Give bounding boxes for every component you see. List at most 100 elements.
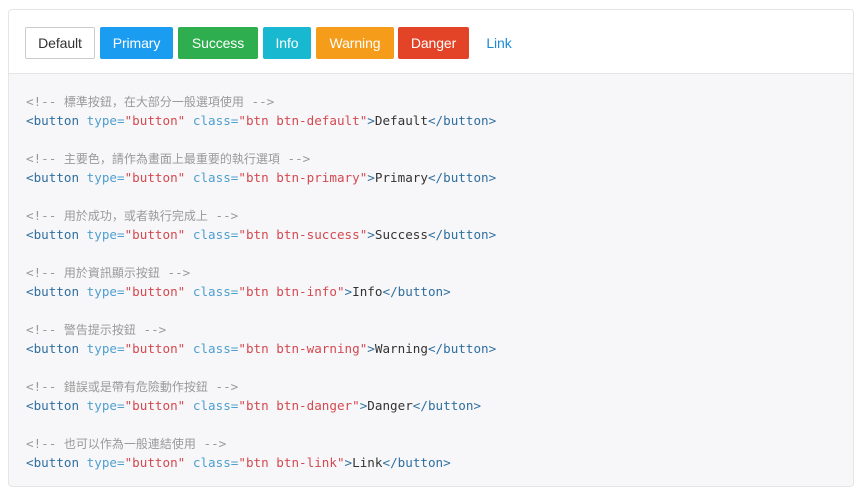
type-value: "button" [124,284,186,299]
type-attribute: type= [86,170,125,185]
class-value: btn btn-warning [245,341,360,356]
comment-close: --> [135,322,167,337]
button-text: Primary [374,170,428,185]
button-text: Success [374,227,428,242]
tag-close: </button> [427,113,497,128]
tag-gt: > [367,170,375,185]
class-value: btn btn-default [245,113,360,128]
class-attribute: class= [192,455,239,470]
comment-open: <!-- [26,436,64,451]
type-attribute: type= [86,455,125,470]
code-button-line: <button type="button" class="btn btn-suc… [26,225,496,244]
class-attribute: class= [192,284,239,299]
code-button-line: <button type="button" class="btn btn-pri… [26,168,496,187]
tag-open: <button [26,284,80,299]
button-text: Link [352,455,383,470]
class-attribute: class= [192,170,239,185]
comment-text: 警告提示按鈕 [63,323,136,337]
class-value: btn btn-danger [245,398,353,413]
comment-open: <!-- [26,94,64,109]
button-text: Danger [367,398,413,413]
quote: " [336,284,345,299]
comment-open: <!-- [26,322,64,337]
code-comment-line: <!-- 錯誤或是帶有危險動作按鈕 --> [26,377,496,396]
class-value: btn btn-primary [245,170,360,185]
type-value: "button" [124,227,186,242]
info-button[interactable]: Info [263,27,311,59]
link-button[interactable]: Link [474,27,524,59]
tag-close: </button> [412,398,482,413]
type-attribute: type= [86,227,125,242]
quote: " [238,284,246,299]
tag-open: <button [26,398,80,413]
tag-open: <button [26,113,80,128]
code-block: <!-- 標準按鈕，在大部分一般選項使用 --> <button type="bu… [26,92,496,472]
code-button-line: <button type="button" class="btn btn-lin… [26,453,496,472]
tag-open: <button [26,227,80,242]
tag-close: </button> [382,455,451,470]
code-button-line: <button type="button" class="btn btn-inf… [26,282,496,301]
code-button-line: <button type="button" class="btn btn-war… [26,339,496,358]
tag-close: </button> [382,284,451,299]
tag-open: <button [26,170,80,185]
quote: " [336,455,345,470]
type-value: "button" [124,113,186,128]
code-comment-line: <!-- 用於資訊顯示按鈕 --> [26,263,496,282]
button-example-panel: Default Primary Success Info Warning Dan… [8,9,854,73]
code-comment-line: <!-- 標準按鈕，在大部分一般選項使用 --> [26,92,496,111]
class-value: btn btn-link [245,455,337,470]
type-value: "button" [124,170,186,185]
code-comment-line: <!-- 警告提示按鈕 --> [26,320,496,339]
type-attribute: type= [86,398,125,413]
code-button-line: <button type="button" class="btn btn-def… [26,111,496,130]
danger-button[interactable]: Danger [398,27,469,59]
tag-gt: > [367,341,375,356]
tag-open: <button [26,341,80,356]
button-text: Info [352,284,383,299]
tag-gt: > [367,227,375,242]
type-value: "button" [124,341,186,356]
tag-close: </button> [427,227,497,242]
type-attribute: type= [86,113,125,128]
tag-gt: > [367,113,375,128]
comment-close: --> [207,208,239,223]
quote: " [238,113,246,128]
code-comment-line: <!-- 主要色，請作為畫面上最重要的執行選項 --> [26,149,496,168]
comment-open: <!-- [26,265,64,280]
type-value: "button" [124,398,186,413]
type-value: "button" [124,455,186,470]
comment-close: --> [243,94,275,109]
class-value: btn btn-info [245,284,337,299]
primary-button[interactable]: Primary [100,27,173,59]
class-attribute: class= [192,113,239,128]
code-comment-line: <!-- 用於成功，或者執行完成上 --> [26,206,496,225]
class-attribute: class= [192,341,239,356]
button-text: Default [374,113,428,128]
success-button[interactable]: Success [178,27,258,59]
code-snippet-panel: <!-- 標準按鈕，在大部分一般選項使用 --> <button type="bu… [8,73,854,487]
code-button-line: <button type="button" class="btn btn-dan… [26,396,496,415]
comment-open: <!-- [26,379,64,394]
comment-close: --> [207,379,239,394]
quote: " [238,227,246,242]
comment-close: --> [195,436,227,451]
comment-close: --> [279,151,311,166]
warning-button[interactable]: Warning [316,27,394,59]
class-value: btn btn-success [245,227,360,242]
quote: " [352,398,360,413]
comment-text: 用於成功，或者執行完成上 [63,209,208,223]
comment-text: 錯誤或是帶有危險動作按鈕 [63,380,208,394]
tag-close: </button> [427,341,497,356]
comment-text: 標準按鈕，在大部分一般選項使用 [63,95,244,109]
quote: " [238,170,246,185]
code-comment-line: <!-- 也可以作為一般連結使用 --> [26,434,496,453]
comment-text: 主要色，請作為畫面上最重要的執行選項 [63,152,280,166]
default-button[interactable]: Default [25,27,95,59]
tag-close: </button> [427,170,497,185]
quote: " [238,398,246,413]
